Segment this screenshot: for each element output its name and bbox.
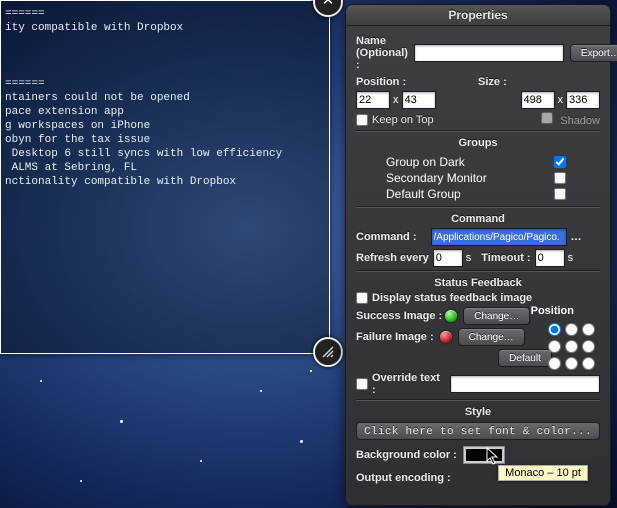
s-unit-2: s xyxy=(568,252,574,264)
override-text-field[interactable] xyxy=(450,375,600,393)
change-failure-button[interactable]: Change… xyxy=(458,328,525,346)
group-row: Secondary Monitor xyxy=(386,170,570,186)
success-image-label: Success Image : xyxy=(356,310,442,322)
command-label: Command : xyxy=(356,231,417,243)
display-status-checkbox[interactable] xyxy=(356,292,368,304)
background-color-label: Background color : xyxy=(356,449,457,461)
s-unit-1: s xyxy=(466,252,472,264)
style-title: Style xyxy=(356,406,600,418)
properties-panel: Properties Name (Optional) : Export… Pos… xyxy=(345,4,611,506)
position-label: Position : xyxy=(356,76,406,88)
failure-dot-icon xyxy=(440,331,452,343)
group-label: Default Group xyxy=(386,187,461,201)
shadow-label: Shadow xyxy=(560,115,600,127)
command-more-icon[interactable]: … xyxy=(567,231,582,243)
name-field[interactable] xyxy=(414,44,564,62)
refresh-field[interactable] xyxy=(433,249,463,267)
position-radio-tc[interactable] xyxy=(565,323,578,336)
position-radio-mc[interactable] xyxy=(565,340,578,353)
position-radio-br[interactable] xyxy=(582,357,595,370)
position-radio-tr[interactable] xyxy=(582,323,595,336)
group-checkbox[interactable] xyxy=(554,156,566,168)
group-checkbox[interactable] xyxy=(554,188,566,200)
display-status-label: Display status feedback image xyxy=(372,292,532,304)
size-h-field[interactable] xyxy=(566,91,600,109)
refresh-label: Refresh every xyxy=(356,252,429,264)
position-grid-label: Position xyxy=(531,305,574,317)
x-sep: x xyxy=(393,94,399,106)
success-dot-icon xyxy=(445,310,457,322)
timeout-field[interactable] xyxy=(535,249,565,267)
change-success-button[interactable]: Change… xyxy=(463,307,530,325)
groups-list: Group on Dark Secondary Monitor Default Gr… xyxy=(356,152,600,204)
position-radio-bl[interactable] xyxy=(548,357,561,370)
group-label: Group on Dark xyxy=(386,155,465,169)
resize-handle[interactable] xyxy=(313,337,343,367)
keep-on-top-checkbox[interactable] xyxy=(356,114,368,126)
panel-title: Properties xyxy=(346,5,610,26)
x-sep-2: x xyxy=(558,94,564,106)
group-label: Secondary Monitor xyxy=(386,171,487,185)
group-checkbox[interactable] xyxy=(554,172,566,184)
size-label: Size : xyxy=(478,76,507,88)
position-radio-ml[interactable] xyxy=(548,340,561,353)
pos-y-field[interactable] xyxy=(402,91,436,109)
size-w-field[interactable] xyxy=(521,91,555,109)
font-tooltip: Monaco – 10 pt xyxy=(498,465,588,481)
export-button[interactable]: Export… xyxy=(570,44,617,62)
default-button[interactable]: Default xyxy=(498,349,552,367)
keep-on-top-label: Keep on Top xyxy=(372,114,434,126)
command-title: Command xyxy=(356,213,600,225)
failure-image-label: Failure Image : xyxy=(356,331,434,343)
timeout-label: Timeout : xyxy=(481,252,530,264)
position-radio-bc[interactable] xyxy=(565,357,578,370)
shadow-checkbox[interactable] xyxy=(541,112,553,124)
font-color-button[interactable]: Click here to set font & color... xyxy=(356,422,600,440)
groups-title: Groups xyxy=(356,137,600,149)
override-text-label: Override text : xyxy=(372,372,444,396)
group-row: Group on Dark xyxy=(386,154,570,170)
geeklet-window[interactable]: ✕ ====== ity compatible with Dropbox ===… xyxy=(0,0,330,354)
geeklet-output: ====== ity compatible with Dropbox =====… xyxy=(1,1,329,195)
output-encoding-label: Output encoding : xyxy=(356,472,451,484)
position-grid xyxy=(548,323,598,373)
background-color-swatch[interactable] xyxy=(463,446,505,464)
position-radio-tl[interactable] xyxy=(548,323,561,336)
pos-x-field[interactable] xyxy=(356,91,390,109)
command-field[interactable] xyxy=(431,228,567,246)
position-radio-mr[interactable] xyxy=(582,340,595,353)
status-title: Status Feedback xyxy=(356,277,600,289)
override-text-checkbox[interactable] xyxy=(356,378,368,390)
name-label: Name (Optional) : xyxy=(356,35,408,71)
group-row: Default Group xyxy=(386,186,570,202)
